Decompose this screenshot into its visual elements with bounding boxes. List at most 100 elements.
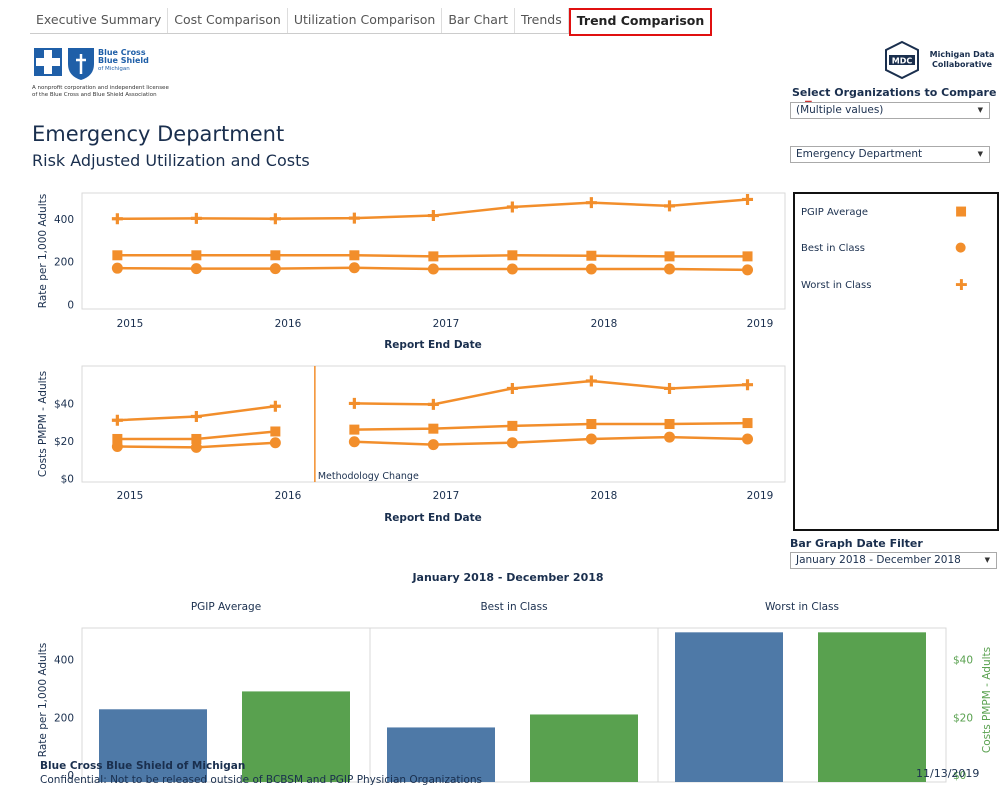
logo-line3: of Michigan (98, 66, 130, 72)
data-point (742, 433, 754, 445)
data-point (191, 433, 202, 444)
series-line-worst-in-class (117, 404, 276, 422)
circle-marker-icon: ● (955, 240, 967, 255)
data-point (585, 375, 597, 387)
chevron-down-icon: ▼ (984, 556, 990, 564)
data-point (190, 263, 202, 275)
bar-date-dropdown[interactable]: January 2018 - December 2018 ▼ (790, 552, 997, 569)
data-point (269, 400, 281, 412)
x-tick-label: 2017 (433, 318, 460, 330)
data-point (111, 213, 123, 225)
tab-trend-comparison[interactable]: Trend Comparison (568, 8, 713, 36)
data-point (427, 398, 439, 410)
data-point (427, 439, 439, 451)
data-point (742, 193, 754, 205)
chevron-down-icon: ▼ (977, 106, 983, 114)
data-point (348, 262, 360, 274)
tab-executive-summary[interactable]: Executive Summary (30, 8, 169, 33)
data-point (664, 431, 676, 443)
category-dropdown[interactable]: Emergency Department ▼ (790, 146, 990, 163)
y-tick-label: $40 (54, 398, 74, 410)
data-point (585, 263, 597, 275)
y-axis-label-right: Costs PMPM - Adults (981, 647, 993, 753)
data-point (664, 382, 676, 394)
legend-item-worst-in-class: Worst in Class (801, 280, 872, 291)
x-axis-label: Report End Date (384, 512, 482, 524)
svg-text:Collaborative: Collaborative (932, 60, 993, 69)
y-tick-label-right: $20 (953, 712, 973, 724)
y-axis-label: Costs PMPM - Adults (37, 371, 49, 477)
series-line-best-in-class (354, 435, 748, 446)
x-tick-label: 2019 (747, 490, 774, 502)
plus-marker-icon: ✚ (955, 276, 968, 294)
legend-item-pgip-average: PGIP Average (801, 207, 869, 218)
logo-line2: Blue Shield (98, 56, 149, 65)
bar-category-label: Best in Class (480, 601, 547, 613)
footer-confidential: Confidential: Not to be released outside… (40, 774, 482, 786)
series-line-pgip-average (117, 430, 276, 441)
svg-text:MDC: MDC (892, 57, 913, 66)
x-axis-label: Report End Date (384, 339, 482, 351)
data-point (111, 414, 123, 426)
data-point (348, 212, 360, 224)
data-point (428, 423, 439, 434)
data-point (585, 197, 597, 209)
footer-date: 11/13/2019 (916, 767, 980, 780)
data-point (190, 441, 202, 453)
data-point (270, 250, 281, 261)
chevron-down-icon: ▼ (977, 150, 983, 158)
plot-frame (81, 365, 786, 483)
bar-category-label: PGIP Average (191, 601, 261, 613)
bar-date-dropdown-value: January 2018 - December 2018 (796, 554, 961, 566)
y-tick-label: 0 (67, 300, 74, 312)
y-tick-label-right: $40 (953, 655, 973, 667)
data-point (506, 263, 518, 275)
series-line-pgip-average (354, 421, 748, 431)
org-dropdown-value: (Multiple values) (796, 104, 884, 116)
tab-cost-comparison[interactable]: Cost Comparison (168, 8, 288, 33)
bar-chart-title: January 2018 - December 2018 (411, 571, 603, 584)
legend-item-best-in-class: Best in Class (801, 243, 865, 254)
data-point (664, 419, 675, 429)
data-point (742, 418, 753, 429)
data-point (270, 426, 281, 437)
data-point (111, 262, 123, 274)
footer-org: Blue Cross Blue Shield of Michigan (40, 760, 246, 772)
x-tick-label: 2015 (117, 318, 144, 330)
bcbs-logo: Blue Cross Blue Shield of Michigan (32, 42, 172, 86)
data-point (742, 251, 753, 262)
data-point (349, 250, 360, 261)
data-point (348, 436, 360, 448)
bar-category-label: Worst in Class (765, 601, 839, 613)
bar-cost (242, 691, 350, 782)
series-line-worst-in-class (354, 379, 748, 406)
data-point (190, 411, 202, 423)
tab-utilization-comparison[interactable]: Utilization Comparison (287, 8, 443, 33)
x-tick-label: 2017 (433, 490, 460, 502)
data-point (586, 419, 597, 429)
category-dropdown-value: Emergency Department (796, 148, 923, 160)
series-line-worst-in-class (117, 198, 748, 221)
data-point (664, 251, 675, 262)
tab-bar-chart[interactable]: Bar Chart (442, 8, 516, 33)
data-point (427, 263, 439, 275)
logo-tagline: A nonprofit corporation and independent … (32, 85, 169, 98)
bar-rate (675, 632, 783, 782)
data-point (585, 433, 597, 445)
bar-plot-frame (81, 627, 947, 783)
data-point (348, 397, 360, 409)
plot-frame (81, 192, 786, 310)
data-point (349, 424, 360, 435)
data-point (664, 200, 676, 212)
data-point (742, 264, 754, 276)
x-tick-label: 2018 (591, 318, 618, 330)
legend: PGIP Average ■ Best in Class ● Worst in … (793, 192, 999, 531)
tab-trends[interactable]: Trends (515, 8, 569, 33)
org-dropdown[interactable]: (Multiple values) ▼ (790, 102, 990, 119)
data-point (112, 433, 123, 444)
data-point (664, 263, 676, 275)
page-subtitle: Risk Adjusted Utilization and Costs (32, 151, 310, 170)
data-point (507, 250, 518, 261)
data-point (742, 379, 754, 391)
x-tick-label: 2019 (747, 318, 774, 330)
